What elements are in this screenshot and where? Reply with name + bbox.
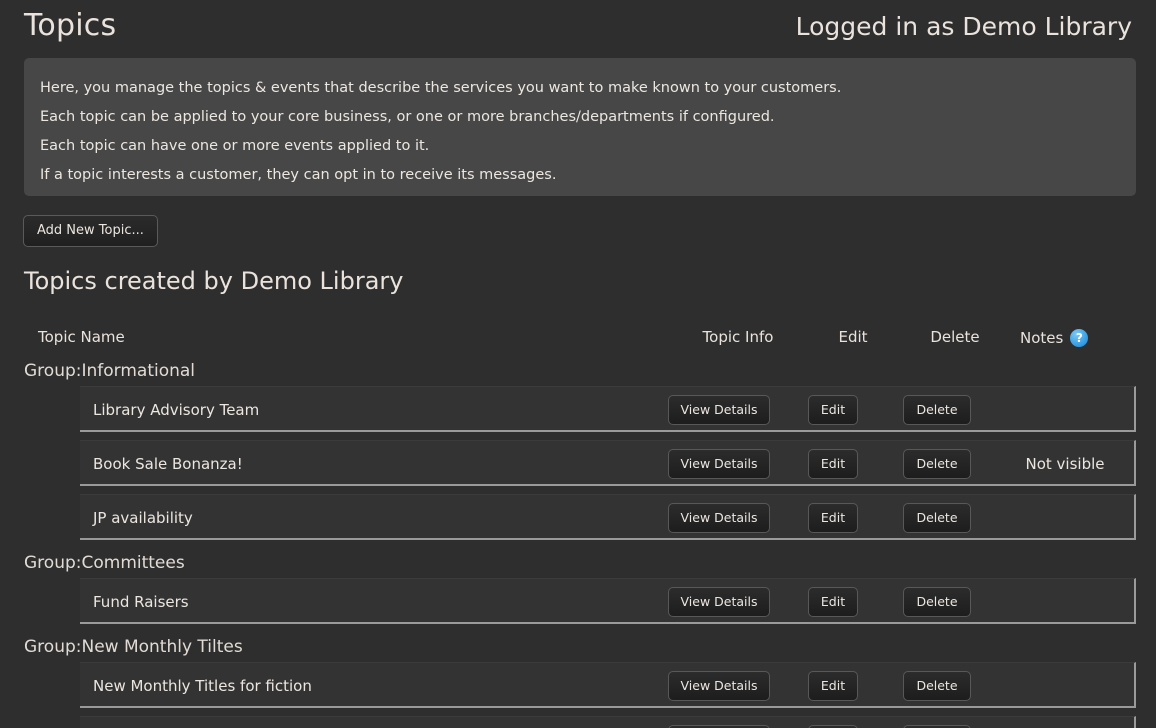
topic-name: Book Sale Bonanza! bbox=[93, 455, 243, 473]
topic-groups: Group:Informational Library Advisory Team… bbox=[0, 356, 1156, 728]
view-details-button[interactable]: View Details bbox=[668, 449, 770, 479]
edit-button[interactable]: Edit bbox=[808, 503, 858, 533]
view-details-button[interactable]: View Details bbox=[668, 503, 770, 533]
table-row: Fund Raisers View Details Edit Delete bbox=[80, 578, 1136, 624]
info-line-1: Here, you manage the topics & events tha… bbox=[40, 80, 842, 96]
column-header-edit: Edit bbox=[838, 328, 868, 346]
topic-name: Fund Raisers bbox=[93, 593, 189, 611]
topics-table: Topic Name Topic Info Edit Delete Notes … bbox=[0, 318, 1156, 728]
row-spacer bbox=[0, 624, 1156, 632]
login-status: Logged in as Demo Library bbox=[795, 12, 1132, 41]
edit-button[interactable]: Edit bbox=[808, 587, 858, 617]
edit-button[interactable]: Edit bbox=[808, 395, 858, 425]
table-row: Book Sale Bonanza! View Details Edit Delete… bbox=[80, 440, 1136, 486]
help-icon[interactable]: ? bbox=[1070, 329, 1089, 347]
row-spacer bbox=[0, 486, 1156, 494]
group-header: Group:Informational bbox=[24, 361, 196, 381]
page-section-heading: Topics created by Demo Library bbox=[24, 267, 404, 295]
row-notes: Not visible bbox=[1025, 455, 1105, 473]
page-title: Topics bbox=[24, 8, 117, 43]
edit-button[interactable]: Edit bbox=[808, 449, 858, 479]
row-spacer bbox=[0, 540, 1156, 548]
row-spacer bbox=[0, 432, 1156, 440]
info-line-3: Each topic can have one or more events a… bbox=[40, 138, 430, 154]
page-header: Topics Logged in as Demo Library bbox=[0, 0, 1156, 52]
topic-name: JP availability bbox=[93, 509, 193, 527]
edit-button[interactable]: Edit bbox=[808, 671, 858, 701]
topics-page: Topics Logged in as Demo Library Here, y… bbox=[0, 0, 1156, 728]
topic-name: New Monthly Titles for fiction bbox=[93, 677, 312, 695]
group-header: Group:New Monthly Tiltes bbox=[24, 637, 243, 657]
view-details-button[interactable]: View Details bbox=[668, 671, 770, 701]
delete-button[interactable]: Delete bbox=[903, 395, 971, 425]
table-row: View DetailsEditDelete bbox=[80, 716, 1136, 728]
row-spacer bbox=[0, 708, 1156, 716]
info-line-4: If a topic interests a customer, they ca… bbox=[40, 167, 557, 183]
table-header-row: Topic Name Topic Info Edit Delete Notes … bbox=[20, 318, 1156, 356]
column-header-notes: Notes ? bbox=[1020, 327, 1120, 349]
delete-button[interactable]: Delete bbox=[903, 503, 971, 533]
table-row: JP availability View Details Edit Delete bbox=[80, 494, 1136, 540]
info-panel: Here, you manage the topics & events tha… bbox=[24, 58, 1136, 196]
column-header-topic-info: Topic Info bbox=[702, 328, 774, 346]
column-header-delete: Delete bbox=[930, 328, 980, 346]
delete-button[interactable]: Delete bbox=[903, 587, 971, 617]
delete-button[interactable]: Delete bbox=[903, 671, 971, 701]
delete-button[interactable]: Delete bbox=[903, 449, 971, 479]
view-details-button[interactable]: View Details bbox=[668, 395, 770, 425]
view-details-button[interactable]: View Details bbox=[668, 587, 770, 617]
column-header-notes-label: Notes bbox=[1020, 329, 1064, 347]
table-row: New Monthly Titles for fiction View Detai… bbox=[80, 662, 1136, 708]
topic-name: Library Advisory Team bbox=[93, 401, 260, 419]
column-header-topic-name: Topic Name bbox=[38, 328, 125, 346]
add-new-topic-button[interactable]: Add New Topic... bbox=[23, 215, 158, 247]
info-line-2: Each topic can be applied to your core b… bbox=[40, 109, 775, 125]
group-header: Group:Committees bbox=[24, 553, 185, 573]
table-row: Library Advisory Team View Details Edit Del… bbox=[80, 386, 1136, 432]
